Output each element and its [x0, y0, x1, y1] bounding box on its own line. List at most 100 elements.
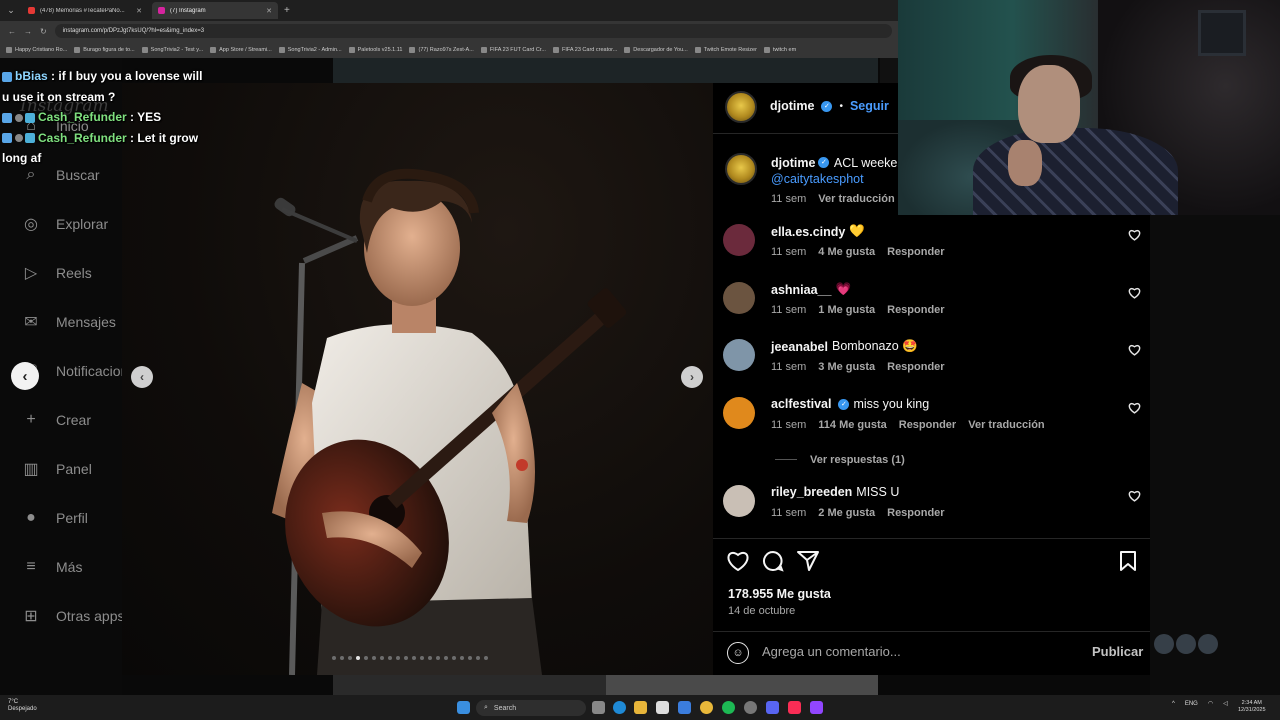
- spotify-icon[interactable]: [722, 701, 735, 714]
- edge-icon[interactable]: [613, 701, 626, 714]
- reload-icon[interactable]: ↻: [40, 27, 47, 36]
- commenter-username[interactable]: ella.es.cindy: [771, 225, 845, 239]
- back-arrow-icon[interactable]: ←: [8, 27, 16, 36]
- sidebar-item-explorar[interactable]: ◎ Explorar: [20, 213, 108, 235]
- bookmark-item[interactable]: Descargador de You...: [624, 46, 688, 53]
- settings-icon[interactable]: [744, 701, 757, 714]
- post-photo[interactable]: ‹ ›: [122, 83, 713, 675]
- commenter-avatar[interactable]: [723, 397, 755, 429]
- bookmark-favicon-icon: [278, 46, 285, 53]
- comment-button[interactable]: [761, 550, 785, 577]
- commenter-avatar[interactable]: [723, 485, 755, 517]
- tab-list-icon[interactable]: ⌄: [4, 4, 18, 18]
- system-tray[interactable]: ^ ENG ◠ ◁: [1172, 700, 1228, 708]
- windows-start-icon[interactable]: [457, 701, 470, 714]
- comment-like-button[interactable]: [1128, 343, 1141, 361]
- chrome-icon[interactable]: [700, 701, 713, 714]
- save-button[interactable]: [1118, 550, 1138, 577]
- back-button[interactable]: ‹: [11, 362, 39, 390]
- reply-button[interactable]: Responder: [899, 419, 956, 431]
- forward-arrow-icon[interactable]: →: [24, 27, 32, 36]
- wifi-icon[interactable]: ◠: [1208, 700, 1213, 707]
- comment-input[interactable]: Agrega un comentario...: [762, 644, 901, 659]
- volume-icon[interactable]: ◁: [1223, 700, 1228, 707]
- bookmark-item[interactable]: Happy Cristiano Ro...: [6, 46, 67, 53]
- view-replies-link[interactable]: Ver respuestas (1): [810, 454, 905, 466]
- new-tab-icon[interactable]: +: [284, 5, 290, 16]
- bookmark-item[interactable]: twitch em: [763, 46, 796, 53]
- comment-likes[interactable]: 2 Me gusta: [818, 507, 875, 519]
- commenter-username[interactable]: ashniaa__: [771, 283, 831, 297]
- reply-button[interactable]: Responder: [887, 246, 944, 258]
- weather-widget[interactable]: 7°C Despejado: [8, 699, 37, 713]
- bookmark-label: Descargador de You...: [633, 46, 688, 53]
- comment-like-button[interactable]: [1128, 228, 1141, 246]
- sidebar-item-crear[interactable]: + Crear: [20, 409, 91, 431]
- mail-icon[interactable]: [678, 701, 691, 714]
- bookmark-item[interactable]: (77) Razo97s Zest-A...: [409, 46, 474, 53]
- task-view-icon[interactable]: [592, 701, 605, 714]
- bookmark-item[interactable]: Burago figura de to...: [74, 46, 135, 53]
- browser-tab-youtube[interactable]: (478) Memorias #TecatePaNo... ✕: [22, 2, 148, 19]
- bookmark-item[interactable]: Paletools v25.1.11: [348, 46, 402, 53]
- comment-translate-link[interactable]: Ver traducción: [968, 419, 1044, 431]
- language-indicator[interactable]: ENG: [1185, 701, 1198, 707]
- commenter-username[interactable]: jeeanabel: [771, 340, 828, 354]
- caption-username[interactable]: djotime: [771, 156, 815, 170]
- sidebar-item-reels[interactable]: ▷ Reels: [20, 262, 92, 284]
- carousel-prev-button[interactable]: ‹: [131, 366, 153, 388]
- chevron-up-icon[interactable]: ^: [1172, 701, 1175, 707]
- caption-translate-link[interactable]: Ver traducción: [818, 193, 894, 205]
- sidebar-item-mensajes[interactable]: ✉ Mensajes: [20, 311, 116, 333]
- browser-tab-instagram[interactable]: (7) Instagram ✕: [152, 2, 278, 19]
- tab-close-icon[interactable]: ✕: [266, 7, 272, 15]
- folder-icon[interactable]: [634, 701, 647, 714]
- follow-button[interactable]: Seguir: [850, 99, 889, 113]
- commenter-avatar[interactable]: [723, 224, 755, 256]
- taskbar-search[interactable]: ⌕ Search: [476, 700, 586, 716]
- author-username[interactable]: djotime: [770, 99, 814, 113]
- sidebar-item-otras-apps[interactable]: ⊞ Otras apps: [20, 605, 124, 627]
- like-button[interactable]: [726, 550, 750, 577]
- bookmark-item[interactable]: SongTrivia2 - Test y...: [141, 46, 203, 53]
- commenter-username[interactable]: aclfestival: [771, 397, 831, 411]
- twitch-icon[interactable]: [810, 701, 823, 714]
- reply-button[interactable]: Responder: [887, 361, 944, 373]
- publish-button[interactable]: Publicar: [1092, 644, 1143, 659]
- store-icon[interactable]: [656, 701, 669, 714]
- comment-like-button[interactable]: [1128, 286, 1141, 304]
- bookmark-item[interactable]: App Store / Streami...: [210, 46, 272, 53]
- sidebar-item-perfil[interactable]: ● Perfil: [20, 507, 88, 529]
- author-avatar[interactable]: [725, 91, 757, 123]
- heart-icon: [1128, 490, 1141, 502]
- comment-like-button[interactable]: [1128, 489, 1141, 507]
- comment-likes[interactable]: 4 Me gusta: [818, 246, 875, 258]
- reply-button[interactable]: Responder: [887, 507, 944, 519]
- emoji-icon[interactable]: ☺: [727, 642, 749, 664]
- taskbar-clock[interactable]: 2:34 AM 12/31/2025: [1238, 700, 1266, 714]
- tab-close-icon[interactable]: ✕: [136, 7, 142, 15]
- url-input[interactable]: instagram.com/p/DPzJgt7ksUQ/?hl=es&img_i…: [54, 24, 892, 38]
- heart-icon: [1128, 344, 1141, 356]
- caption-author-avatar[interactable]: [725, 153, 757, 185]
- comment-likes[interactable]: 3 Me gusta: [818, 361, 875, 373]
- share-button[interactable]: [796, 550, 820, 577]
- sidebar-item-más[interactable]: ≡ Más: [20, 556, 82, 578]
- bookmark-item[interactable]: SongTrivia2 - Admin...: [278, 46, 342, 53]
- reply-button[interactable]: Responder: [887, 304, 944, 316]
- commenter-avatar[interactable]: [723, 282, 755, 314]
- comment-likes[interactable]: 1 Me gusta: [818, 304, 875, 316]
- carousel-next-button[interactable]: ›: [681, 366, 703, 388]
- likes-count[interactable]: 178.955 Me gusta: [728, 587, 831, 601]
- bookmark-item[interactable]: FIFA 23 FUT Card Cr...: [480, 46, 546, 53]
- comment-like-button[interactable]: [1128, 401, 1141, 419]
- commenter-avatar[interactable]: [723, 339, 755, 371]
- bookmark-item[interactable]: Twitch Emote Resizer: [694, 46, 757, 53]
- discord-icon[interactable]: [766, 701, 779, 714]
- sidebar-item-panel[interactable]: ▥ Panel: [20, 458, 91, 480]
- commenter-username[interactable]: riley_breeden: [771, 485, 852, 499]
- caption-mention-link[interactable]: @caitytakesphot: [771, 172, 864, 186]
- bookmark-item[interactable]: FIFA 23 Card creator...: [552, 46, 617, 53]
- music-icon[interactable]: [788, 701, 801, 714]
- comment-likes[interactable]: 114 Me gusta: [818, 419, 886, 431]
